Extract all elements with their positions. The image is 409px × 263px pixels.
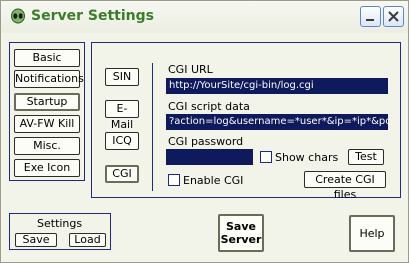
settings-window: Server Settings CGI URL http://YourSite/… [0, 0, 409, 263]
enable-cgi-checkbox[interactable] [168, 174, 180, 186]
minimize-button[interactable] [360, 6, 381, 27]
minimize-icon [366, 19, 374, 21]
tab-cgi[interactable]: CGI [105, 165, 139, 183]
test-button[interactable]: Test [348, 149, 384, 165]
cgi-password-input[interactable] [166, 149, 253, 165]
nav-item-notifications[interactable]: Notifications [14, 70, 84, 88]
close-button[interactable] [383, 6, 404, 27]
nav-item-av-fw-kill[interactable]: AV-FW Kill [14, 115, 80, 133]
save-server-line1: Save [226, 220, 256, 233]
create-cgi-files-button[interactable]: Create CGI files [304, 171, 386, 201]
title-bar[interactable]: Server Settings [1, 1, 408, 33]
settings-load-button[interactable]: Load [69, 233, 106, 247]
settings-group-title: Settings [37, 217, 83, 230]
window-title: Server Settings [31, 8, 154, 24]
save-server-button[interactable]: Save Server [218, 214, 264, 252]
nav-item-misc[interactable]: Misc. [14, 137, 80, 155]
cgi-password-label: CGI password [168, 135, 244, 148]
show-chars-checkbox[interactable] [260, 151, 272, 163]
cgi-script-label: CGI script data [168, 100, 250, 113]
close-icon [388, 11, 399, 22]
tab-icq[interactable]: ICQ [105, 132, 139, 150]
tab-e-mail[interactable]: E-Mail [105, 100, 139, 131]
settings-save-button[interactable]: Save [15, 233, 57, 247]
enable-cgi-label: Enable CGI [183, 174, 244, 187]
help-button[interactable]: Help [349, 215, 395, 252]
nav-item-startup[interactable]: Startup [14, 93, 80, 111]
cgi-url-label: CGI URL [168, 63, 213, 76]
show-chars-label: Show chars [275, 151, 339, 164]
nav-item-basic[interactable]: Basic [14, 49, 80, 67]
tab-sin[interactable]: SIN [105, 68, 139, 86]
alien-app-icon [11, 8, 25, 24]
save-server-line2: Server [220, 233, 262, 246]
cgi-script-input[interactable]: ?action=log&username=*user*&ip=*ip*&port… [166, 114, 388, 130]
cgi-url-input[interactable]: http://YourSite/cgi-bin/log.cgi [166, 78, 388, 94]
nav-item-exe-icon[interactable]: Exe Icon [14, 159, 80, 177]
panel-divider [152, 63, 153, 191]
